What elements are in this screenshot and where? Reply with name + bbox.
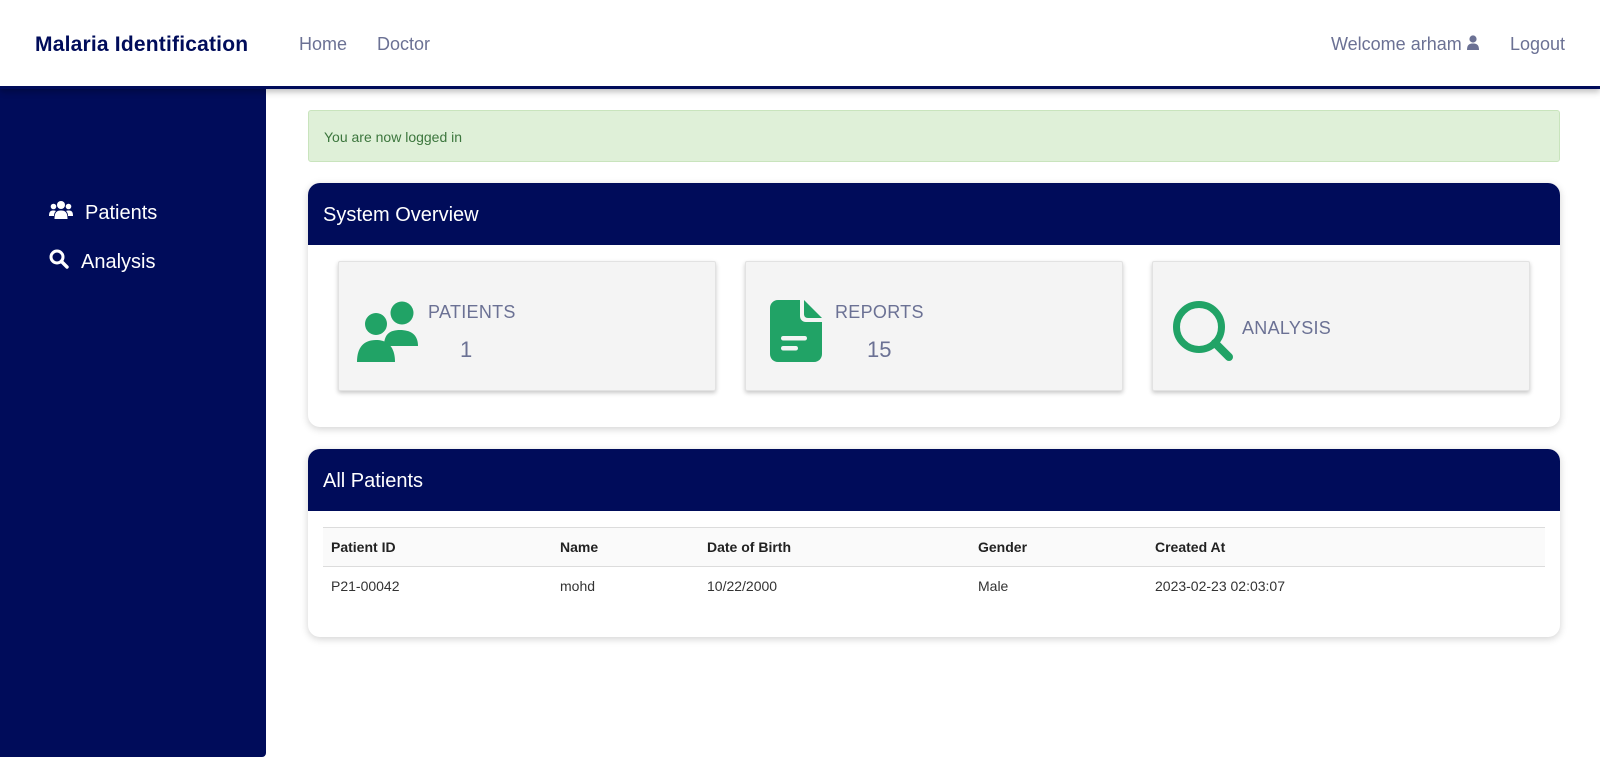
logout-link[interactable]: Logout [1510, 34, 1565, 55]
alert-message: You are now logged in [324, 129, 463, 145]
stat-label: REPORTS [835, 302, 924, 322]
column-header-name[interactable]: Name [552, 527, 699, 567]
sidebar-item-label: Analysis [81, 250, 156, 273]
stat-label: PATIENTS [428, 302, 516, 322]
stat-card-reports[interactable]: REPORTS 15 [745, 261, 1123, 391]
all-patients-card: All Patients Patient ID Name Date of Bir… [308, 449, 1560, 637]
card-title: System Overview [308, 183, 1560, 245]
welcome-text: Welcome arham [1331, 34, 1462, 54]
sidebar-item-patients[interactable]: Patients [49, 200, 157, 226]
cell-created-at: 2023-02-23 02:03:07 [1155, 578, 1285, 594]
table-header-row: Patient ID Name Date of Birth Gender Cre… [323, 527, 1545, 567]
stat-value: 15 [867, 337, 892, 362]
card-title: All Patients [308, 449, 1560, 511]
sidebar: Patients Analysis [0, 89, 266, 757]
stat-card-analysis[interactable]: ANALYSIS [1152, 261, 1530, 391]
column-header-date-of-birth[interactable]: Date of Birth [699, 527, 970, 567]
users-icon [49, 200, 73, 226]
brand-title[interactable]: Malaria Identification [35, 33, 248, 57]
stat-label: ANALYSIS [1242, 318, 1332, 338]
user-icon [1466, 34, 1479, 55]
stat-card-patients[interactable]: PATIENTS 1 [338, 261, 716, 391]
nav-home-link[interactable]: Home [299, 34, 347, 55]
login-success-alert: You are now logged in [308, 110, 1560, 162]
sidebar-item-label: Patients [85, 201, 158, 224]
top-navbar: Malaria Identification Home Doctor Welco… [0, 0, 1600, 89]
cell-date-of-birth: 10/22/2000 [707, 578, 778, 594]
column-header-gender[interactable]: Gender [970, 527, 1147, 567]
search-icon [1172, 300, 1234, 367]
cell-patient-id: P21-00042 [331, 578, 400, 594]
system-overview-card: System Overview PATIENTS 1 REPORTS 15 AN… [308, 183, 1560, 427]
file-icon [770, 300, 822, 367]
sidebar-item-analysis[interactable]: Analysis [49, 249, 155, 275]
column-header-created-at[interactable]: Created At [1147, 527, 1545, 567]
welcome-user-menu[interactable]: Welcome arham [1331, 34, 1479, 55]
table-row[interactable]: P21-00042 mohd 10/22/2000 Male 2023-02-2… [323, 567, 1545, 606]
stat-value: 1 [460, 337, 473, 362]
patients-table: Patient ID Name Date of Birth Gender Cre… [323, 527, 1545, 605]
users-icon [357, 300, 419, 367]
cell-gender: Male [978, 578, 1009, 594]
search-icon [49, 249, 69, 275]
nav-doctor-link[interactable]: Doctor [377, 34, 430, 55]
column-header-patient-id[interactable]: Patient ID [323, 527, 552, 567]
cell-name: mohd [560, 578, 596, 594]
